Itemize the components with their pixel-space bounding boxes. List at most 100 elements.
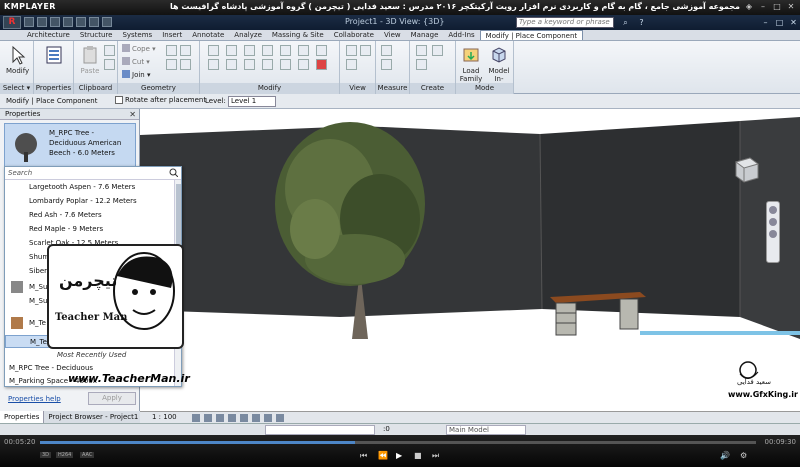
design-option-select[interactable]: Main Model [446,425,526,435]
visual-style-icon[interactable] [204,414,212,422]
unpin-icon[interactable] [316,45,327,56]
mirror-draw-icon[interactable] [262,45,273,56]
rewind-icon[interactable]: ⏪ [378,451,388,460]
dropdown-search-input[interactable]: Search [5,167,181,180]
tab-modify-place-component[interactable]: Modify | Place Component [479,30,584,40]
properties-help-link[interactable]: Properties help [8,395,61,403]
paste-button[interactable]: Paste [80,45,100,75]
lock-view-icon[interactable] [264,414,272,422]
delete-icon[interactable] [316,59,327,70]
apply-button[interactable]: Apply [88,392,136,405]
tab-massing-site[interactable]: Massing & Site [267,30,329,40]
array-icon[interactable] [280,59,291,70]
measure-distance-icon[interactable] [381,45,392,56]
list-item[interactable]: Lombardy Poplar - 12.2 Meters [5,195,173,208]
cut-geometry-button[interactable]: Cut ▾ [122,57,150,67]
create-parts-icon[interactable] [432,45,443,56]
navigation-bar[interactable] [766,201,780,263]
tab-systems[interactable]: Systems [117,30,157,40]
search-input[interactable]: Type a keyword or phrase [516,17,614,28]
list-item[interactable]: Red Maple - 9 Meters [5,223,173,236]
tab-manage[interactable]: Manage [406,30,444,40]
play-icon[interactable]: ▶ [396,451,402,460]
player-logo[interactable]: KMPLAYER [4,2,56,11]
maximize-icon[interactable]: □ [772,2,782,12]
shadows-icon[interactable] [228,414,236,422]
detail-level-icon[interactable] [192,414,200,422]
viewcube-icon[interactable] [732,154,762,184]
modify-button[interactable]: Modify [6,45,29,75]
sun-path-icon[interactable] [216,414,224,422]
tab-collaborate[interactable]: Collaborate [329,30,379,40]
rotate-checkbox[interactable] [115,96,123,104]
tab-analyze[interactable]: Analyze [229,30,267,40]
offset-icon[interactable] [226,45,237,56]
type-selector[interactable]: M_RPC Tree - Deciduous American Beech - … [4,123,136,171]
tab-annotate[interactable]: Annotate [187,30,229,40]
settings-icon[interactable]: ⚙ [740,451,747,460]
list-item[interactable]: Red Ash - 7.6 Meters [5,209,173,222]
tab-structure[interactable]: Structure [75,30,118,40]
binoculars-icon[interactable]: ⌕ [620,17,631,28]
measure-icon[interactable] [89,17,99,27]
rotate-after-placement[interactable]: Rotate after placement [115,96,206,104]
tab-project-browser[interactable]: Project Browser - Project1 [44,411,144,423]
level-select[interactable]: Level 1 [228,96,276,107]
workset-field[interactable] [265,425,375,435]
split-icon[interactable] [280,45,291,56]
redo-icon[interactable] [63,17,73,27]
render-icon[interactable] [240,414,248,422]
pin-element-icon[interactable] [298,59,309,70]
crop-icon[interactable] [252,414,260,422]
seek-bar[interactable] [40,441,756,444]
hide-icon[interactable] [346,45,357,56]
minimize-icon[interactable]: – [758,2,768,12]
properties-button[interactable] [42,45,66,67]
paint-icon[interactable] [166,59,177,70]
text-icon[interactable] [102,17,112,27]
create-group-icon[interactable] [416,59,427,70]
load-family-button[interactable]: Load Family [458,45,484,83]
join-button[interactable]: Join ▾ [122,70,150,80]
open-icon[interactable] [24,17,34,27]
save-icon[interactable] [37,17,47,27]
previous-icon[interactable]: ⏮ [360,451,367,461]
window-close-icon[interactable]: ✕ [788,17,799,28]
dimension-icon[interactable] [381,59,392,70]
align-icon[interactable] [208,45,219,56]
next-icon[interactable]: ⏭ [432,451,439,461]
window-minimize-icon[interactable]: – [760,17,771,28]
temporary-hide-icon[interactable] [276,414,284,422]
print-icon[interactable] [76,17,86,27]
copy-element-icon[interactable] [226,59,237,70]
volume-icon[interactable]: 🔊 [720,451,730,460]
filter-icon[interactable] [346,59,357,70]
mirror-pick-icon[interactable] [244,45,255,56]
steering-wheel-icon[interactable] [769,206,777,214]
close-icon[interactable]: ✕ [129,109,136,120]
list-item[interactable]: Largetooth Aspen - 7.6 Meters [5,181,173,194]
tab-properties[interactable]: Properties [0,411,45,423]
help-icon[interactable]: ? [636,17,647,28]
split-face-icon[interactable] [180,45,191,56]
demolish-icon[interactable] [180,59,191,70]
cope-button[interactable]: Cope ▾ [122,44,156,54]
wall-joins-icon[interactable] [166,45,177,56]
3d-viewport[interactable] [140,109,800,411]
trim-icon[interactable] [262,59,273,70]
window-restore-icon[interactable]: □ [774,17,785,28]
tab-insert[interactable]: Insert [157,30,187,40]
tab-add-ins[interactable]: Add-Ins [443,30,479,40]
rotate-icon[interactable] [244,59,255,70]
scrollbar-thumb[interactable] [176,184,181,244]
close-icon[interactable]: ✕ [786,2,796,12]
undo-icon[interactable] [50,17,60,27]
select-panel-label[interactable]: Select ▾ [0,83,33,94]
tab-architecture[interactable]: Architecture [22,30,75,40]
override-icon[interactable] [360,45,371,56]
application-menu-button[interactable]: R [3,16,21,29]
scale-icon[interactable] [298,45,309,56]
tab-view[interactable]: View [379,30,406,40]
move-icon[interactable] [208,59,219,70]
cut-icon[interactable] [104,45,115,56]
